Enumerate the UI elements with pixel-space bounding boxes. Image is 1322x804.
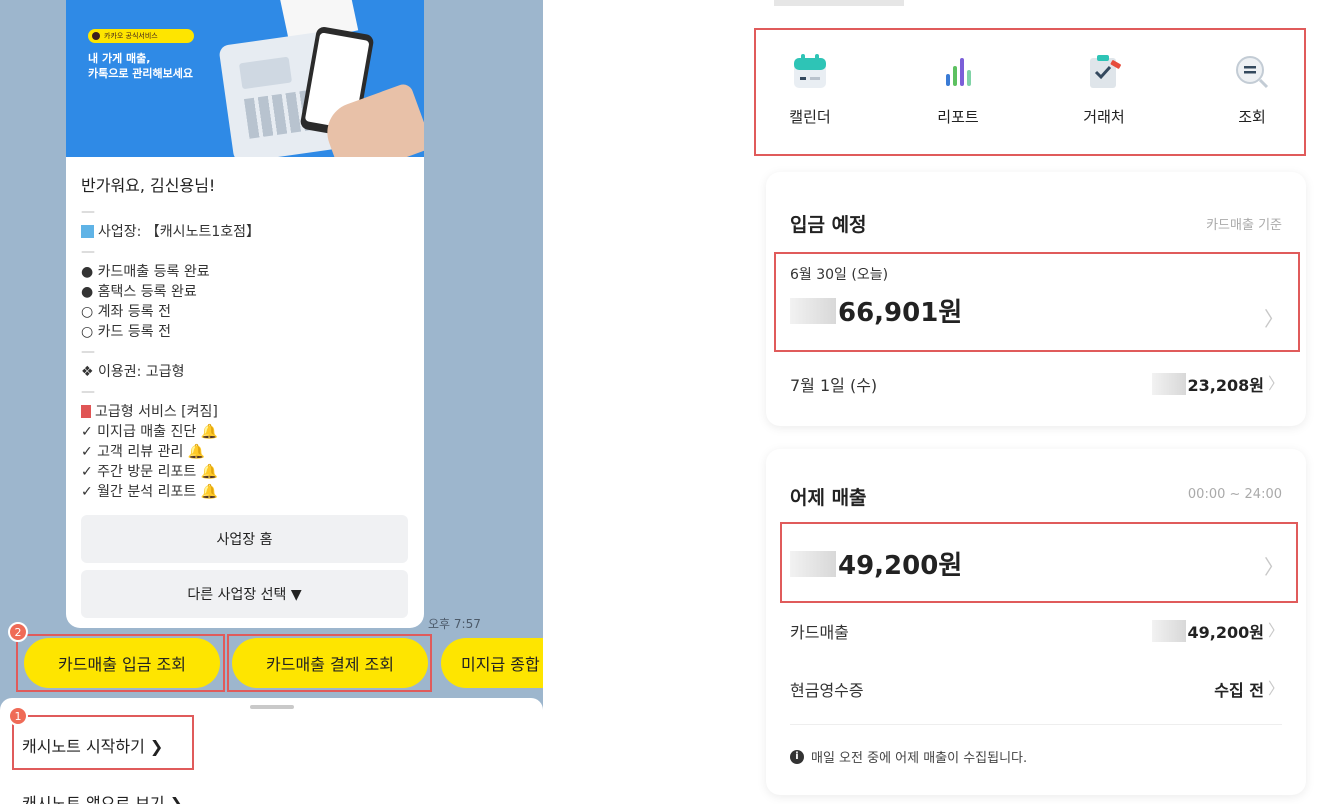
chevron-right-icon: 〉	[1267, 374, 1284, 393]
yesterday-title: 어제 매출	[790, 487, 867, 509]
chat-screen: 카카오 공식서비스 내 가게 매출, 카톡으로 관리해보세요 반가워요, 김신용…	[0, 0, 543, 804]
deposit-title: 입금 예정	[790, 214, 867, 236]
open-app-link[interactable]: 캐시노트 앱으로 보기 ❯	[22, 790, 183, 804]
step-badge-2: 2	[8, 622, 28, 642]
chevron-right-icon: 〉	[1267, 621, 1284, 640]
official-service-pill: 카카오 공식서비스	[88, 29, 194, 43]
divider	[790, 724, 1282, 725]
banner-text: 내 가게 매출, 카톡으로 관리해보세요	[88, 52, 194, 80]
deposit-card: 입금 예정 카드매출 기준 6월 30일 (오늘) 66,901원 〉 7월 1…	[766, 172, 1306, 426]
sheet-handle[interactable]	[250, 705, 294, 709]
select-other-business-button[interactable]: 다른 사업장 선택 ▼	[81, 570, 408, 618]
today-amount: 66,901원	[790, 292, 962, 329]
collection-info: i 매일 오전 중에 어제 매출이 수집됩니다.	[790, 747, 1027, 766]
chevron-right-icon: 〉	[1264, 555, 1284, 579]
quick-menu: 캘린더 리포트 거래처 조회	[754, 28, 1306, 156]
masked-header	[774, 0, 904, 6]
kakao-icon	[92, 32, 100, 40]
step-badge-1: 1	[8, 706, 28, 726]
chevron-right-icon: 〉	[1264, 307, 1284, 331]
yesterday-amount: 49,200원	[790, 545, 962, 582]
chevron-right-icon: 〉	[1267, 679, 1284, 698]
bell-icon: 🔔	[200, 484, 219, 500]
status-line: ● 홈택스 등록 완료	[81, 284, 197, 300]
quick-reply-card-payment[interactable]: 카드매출 결제 조회	[232, 638, 428, 688]
bell-icon: 🔔	[200, 464, 219, 480]
cash-receipt-label: 현금영수증	[790, 681, 864, 700]
masked-value	[1151, 620, 1186, 642]
promo-banner: 카카오 공식서비스 내 가게 매출, 카톡으로 관리해보세요	[66, 0, 424, 157]
today-date: 6월 30일 (오늘)	[790, 267, 889, 283]
clipboard-icon	[1054, 50, 1154, 94]
play-icon	[81, 225, 94, 238]
message-body: 반가워요, 김신용님! — 사업장: 【캐시노트1호점】 — ● 카드매출 등록…	[81, 172, 411, 502]
quick-reply-unpaid[interactable]: 미지급 종합	[441, 638, 543, 688]
menu-calendar[interactable]: 캘린더	[760, 50, 860, 127]
cash-receipt-status: 수집 전	[1214, 681, 1264, 700]
menu-client[interactable]: 거래처	[1054, 50, 1154, 127]
masked-value	[790, 550, 836, 577]
search-icon	[1202, 50, 1302, 94]
menu-report[interactable]: 리포트	[908, 50, 1008, 127]
report-icon	[908, 50, 1008, 94]
bell-icon: 🔔	[187, 444, 206, 460]
premium-line: 고급형 서비스 [켜짐]	[81, 402, 411, 422]
start-cashnote-link[interactable]: 캐시노트 시작하기 ❯	[22, 733, 163, 757]
card-sales-label: 카드매출	[790, 623, 849, 642]
status-line: ○ 계좌 등록 전	[81, 304, 171, 320]
status-line: ● 카드매출 등록 완료	[81, 264, 210, 280]
info-icon: i	[790, 749, 804, 764]
feature-line: ✓ 주간 방문 리포트 🔔	[81, 464, 219, 480]
yesterday-sales-card: 어제 매출 00:00 ~ 24:00 49,200원 〉 카드매출 49,20…	[766, 449, 1306, 795]
business-line: 사업장: 【캐시노트1호점】	[81, 222, 411, 242]
card-sales-amount: 49,200원	[1151, 619, 1264, 643]
app-screen: 캘린더 리포트 거래처 조회 입금 예정 카드매출 기준 6월 30일 (오늘)…	[744, 0, 1322, 804]
pass-line: ❖ 이용권: 고급형	[81, 364, 185, 380]
calendar-icon	[760, 50, 860, 94]
next-date: 7월 1일 (수)	[790, 376, 878, 395]
masked-value	[790, 297, 836, 324]
menu-lookup[interactable]: 조회	[1202, 50, 1302, 127]
quick-reply-card-deposit[interactable]: 카드매출 입금 조회	[24, 638, 220, 688]
bookmark-icon	[81, 405, 91, 418]
greeting: 반가워요, 김신용님!	[81, 176, 216, 195]
business-home-button[interactable]: 사업장 홈	[81, 515, 408, 563]
yesterday-note: 00:00 ~ 24:00	[1187, 487, 1282, 502]
bell-icon: 🔔	[200, 424, 219, 440]
chat-message-card: 카카오 공식서비스 내 가게 매출, 카톡으로 관리해보세요 반가워요, 김신용…	[66, 0, 424, 628]
feature-line: ✓ 미지급 매출 진단 🔔	[81, 424, 219, 440]
message-time: 오후 7:57	[428, 617, 481, 631]
bottom-sheet: 캐시노트 시작하기 ❯ 캐시노트 앱으로 보기 ❯	[0, 698, 543, 804]
masked-value	[1151, 373, 1186, 395]
feature-line: ✓ 고객 리뷰 관리 🔔	[81, 444, 206, 460]
deposit-note: 카드매출 기준	[1206, 218, 1282, 233]
next-amount: 23,208원	[1151, 372, 1264, 396]
status-line: ○ 카드 등록 전	[81, 324, 171, 340]
feature-line: ✓ 월간 분석 리포트 🔔	[81, 484, 219, 500]
